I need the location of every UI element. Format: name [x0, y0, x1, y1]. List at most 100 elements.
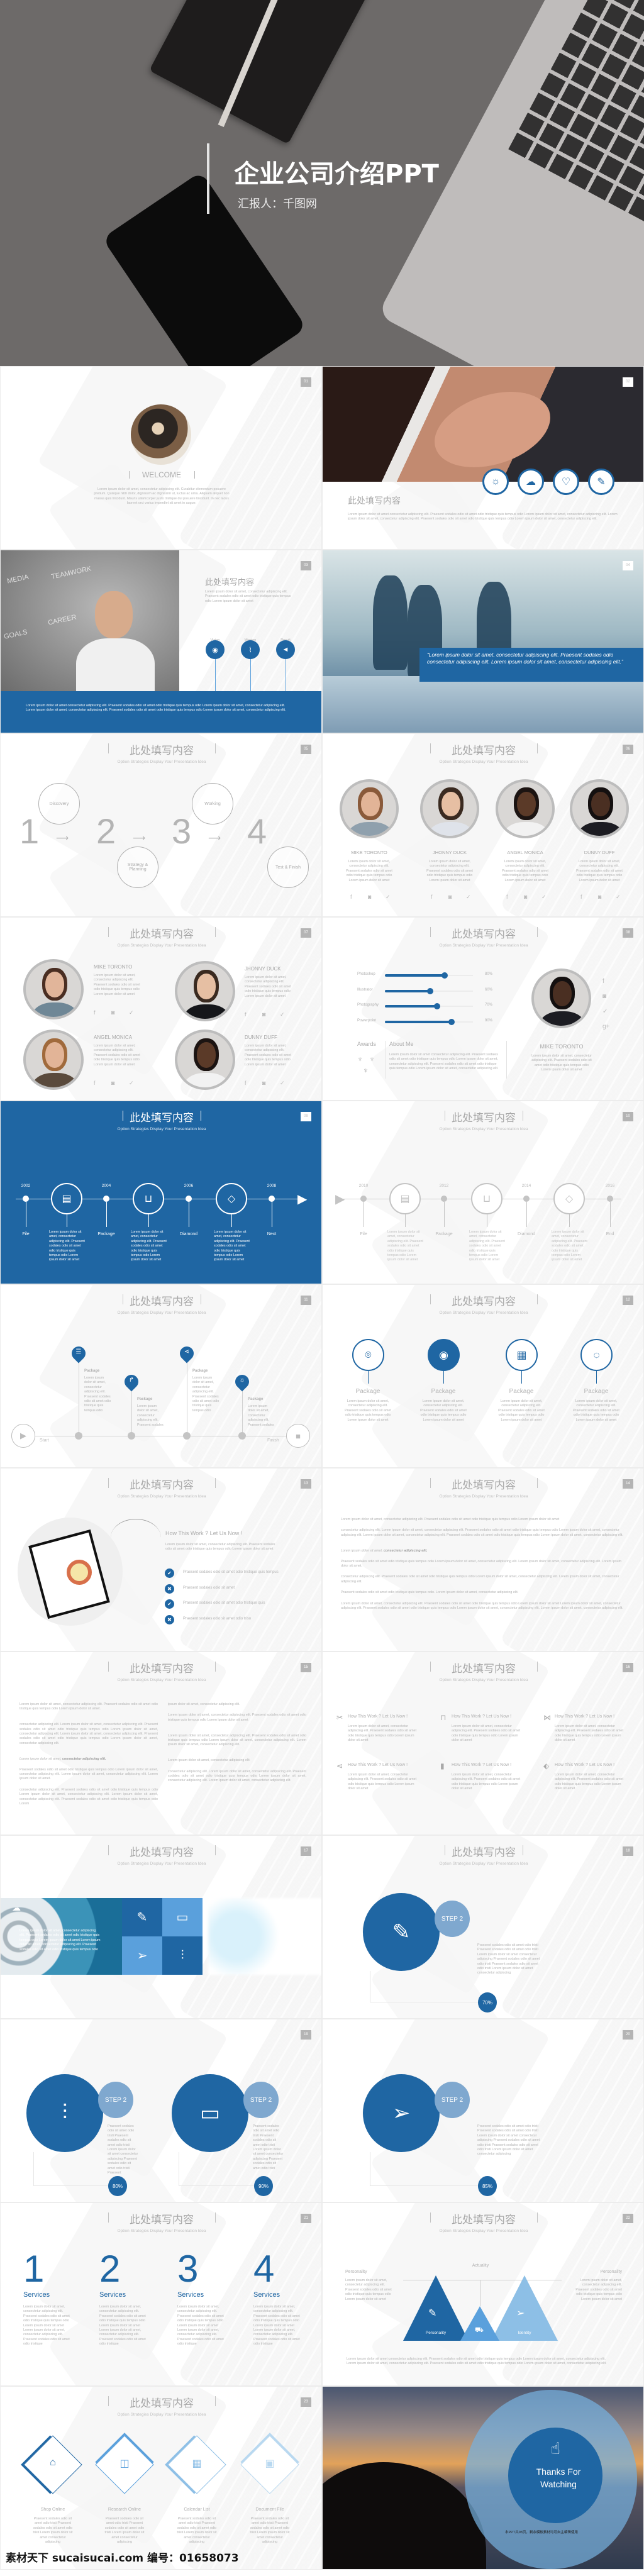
- icon-tile[interactable]: ➢: [122, 1936, 162, 1975]
- instagram-icon[interactable]: ◙: [448, 894, 452, 900]
- twitter-icon[interactable]: ✓: [616, 894, 621, 901]
- slide-tagline: Option Strategies Display Your Presentat…: [439, 1494, 528, 1499]
- slide-number: 09: [301, 1112, 311, 1121]
- feature-circle[interactable]: ☼: [482, 469, 509, 495]
- twitter-icon[interactable]: ✓: [466, 894, 471, 901]
- facebook-icon[interactable]: f: [245, 1080, 247, 1086]
- step-label: Test & Finish: [275, 865, 301, 870]
- timeline-year: 2012: [439, 1184, 449, 1188]
- skill-fill: [385, 1005, 438, 1008]
- pencil-icon: ✎: [428, 2308, 437, 2319]
- timeline-dot[interactable]: [103, 1196, 109, 1202]
- connector-line: [480, 2280, 481, 2306]
- pin-dot[interactable]: [238, 1432, 246, 1440]
- twitter-icon[interactable]: ✓: [541, 894, 547, 901]
- slide-tagline: Option Strategies Display Your Presentat…: [117, 1127, 206, 1131]
- instagram-icon[interactable]: ◙: [368, 894, 371, 900]
- timeline-dot[interactable]: [360, 1196, 367, 1202]
- feature-circle[interactable]: ♡: [553, 469, 579, 495]
- timeline-circle[interactable]: ⊔: [133, 1183, 164, 1214]
- slide-heading: 此处填写内容: [452, 2214, 516, 2226]
- frame-line: [33, 2152, 34, 2185]
- facebook-icon[interactable]: f: [580, 894, 582, 900]
- twitter-icon[interactable]: ✓: [129, 1080, 134, 1087]
- pin-dot[interactable]: [128, 1432, 135, 1440]
- facebook-icon[interactable]: f: [245, 1011, 247, 1018]
- facebook-icon[interactable]: f: [350, 894, 352, 900]
- instagram-icon[interactable]: ◙: [111, 1080, 114, 1086]
- package-circle[interactable]: ◌: [580, 1339, 613, 1371]
- cross-icon[interactable]: ✖: [165, 1614, 174, 1624]
- instagram-icon[interactable]: ◙: [598, 894, 601, 900]
- timeline-dot[interactable]: [523, 1196, 530, 1202]
- skill-handle[interactable]: [448, 1018, 455, 1025]
- stop-button[interactable]: ■: [286, 1424, 310, 1448]
- package-circle[interactable]: ▦: [506, 1339, 538, 1371]
- facebook-icon[interactable]: f: [431, 894, 433, 900]
- timeline-dot[interactable]: [607, 1196, 613, 1202]
- feature-circle[interactable]: ✎: [588, 469, 614, 495]
- timeline-dot[interactable]: [441, 1196, 447, 1202]
- timeline-circle[interactable]: ▤: [51, 1183, 82, 1214]
- timeline-circle[interactable]: ▤: [389, 1183, 421, 1214]
- timeline-circle[interactable]: ⊔: [471, 1183, 502, 1214]
- twitter-icon[interactable]: ✓: [280, 1011, 285, 1018]
- instagram-icon[interactable]: ◙: [524, 894, 527, 900]
- avatar-face: [517, 791, 536, 817]
- document-icon: ▤: [62, 1194, 72, 1204]
- facebook-icon[interactable]: f: [506, 894, 508, 900]
- avatar-face: [45, 1042, 65, 1068]
- item-circle[interactable]: ◉: [206, 640, 225, 659]
- timeline-label: End: [606, 1232, 614, 1236]
- timeline-dot[interactable]: [23, 1196, 29, 1202]
- pin-dot[interactable]: [75, 1432, 82, 1440]
- step-number: 3: [172, 811, 192, 851]
- slide-tagline: Option Strategies Display Your Presentat…: [439, 760, 528, 764]
- facebook-icon[interactable]: f: [94, 1080, 96, 1086]
- frame-line: [370, 2185, 478, 2186]
- timeline-circle[interactable]: ◇: [216, 1183, 247, 1214]
- icon-tile[interactable]: ✎: [122, 1898, 162, 1936]
- icon-tile[interactable]: ⫶: [162, 1936, 203, 1975]
- checkmark-icon[interactable]: ✔: [165, 1568, 174, 1578]
- skill-label: Photoshop: [357, 972, 375, 976]
- instagram-icon[interactable]: ◙: [602, 993, 606, 1000]
- package-circle[interactable]: ⌾: [352, 1339, 384, 1371]
- instagram-icon[interactable]: ◙: [262, 1080, 265, 1086]
- slide-heading: 此处填写内容: [130, 2397, 194, 2410]
- facebook-icon[interactable]: f: [602, 978, 604, 985]
- timeline-dot[interactable]: [186, 1196, 192, 1202]
- chat-bubble-icon: ◌: [593, 1348, 600, 1361]
- twitter-icon[interactable]: ✓: [602, 1008, 608, 1015]
- skill-handle[interactable]: [427, 987, 434, 994]
- item-text: Lorem ipsum dolor sit amet, consectetur …: [348, 1773, 417, 1791]
- twitter-icon[interactable]: ✓: [129, 1009, 134, 1016]
- google-plus-icon[interactable]: g+: [602, 1023, 609, 1030]
- twitter-icon[interactable]: ✓: [280, 1080, 285, 1087]
- skill-label: Illustrator: [357, 987, 373, 992]
- instagram-icon[interactable]: ◙: [262, 1011, 265, 1018]
- document-icon: ▤: [400, 1194, 410, 1204]
- timeline-label: Package: [435, 1232, 453, 1236]
- checkmark-icon[interactable]: ✔: [165, 1599, 174, 1609]
- timeline-dot[interactable]: [269, 1196, 275, 1202]
- thumbs-up-icon: ☝: [550, 2439, 560, 2458]
- item-circle[interactable]: ◄: [276, 640, 295, 659]
- slide-number: 22: [623, 2214, 633, 2223]
- step-text: Praesent sodales odio sit amet odio tris…: [477, 2124, 540, 2157]
- feature-circle[interactable]: ☁: [518, 469, 544, 495]
- emphasis-bold: consectetur adipiscing elit.: [62, 1757, 106, 1761]
- service-number: 1: [23, 2248, 45, 2290]
- package-circle[interactable]: ◉: [428, 1339, 460, 1371]
- cross-icon[interactable]: ✖: [165, 1584, 174, 1594]
- start-button[interactable]: ▶: [11, 1424, 35, 1448]
- facebook-icon[interactable]: f: [94, 1009, 96, 1016]
- skill-handle[interactable]: [441, 972, 448, 979]
- pin-dot[interactable]: [183, 1432, 191, 1440]
- item-circle[interactable]: ⌇: [241, 640, 260, 659]
- avatar-shoulders: [31, 1002, 78, 1017]
- twitter-icon[interactable]: ✓: [386, 894, 391, 901]
- instagram-icon[interactable]: ◙: [111, 1009, 114, 1016]
- timeline-circle[interactable]: ◇: [553, 1183, 585, 1214]
- icon-tile[interactable]: ▭: [162, 1898, 203, 1936]
